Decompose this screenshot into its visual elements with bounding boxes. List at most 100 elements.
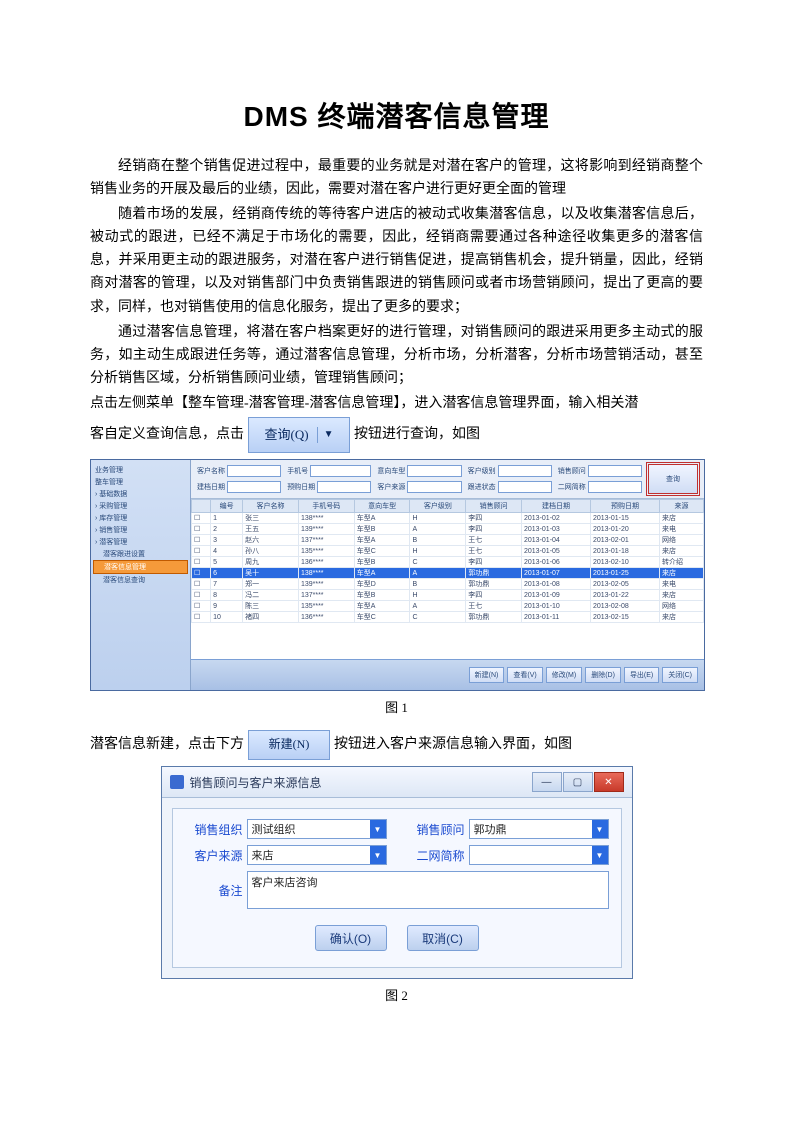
row-checkbox[interactable]: ☐	[192, 513, 211, 524]
app-icon	[170, 775, 184, 789]
row-checkbox[interactable]: ☐	[192, 535, 211, 546]
figure-caption-2: 图 2	[90, 985, 703, 1004]
field-label: 备注	[185, 882, 243, 899]
data-grid: 编号客户名称手机号码意向车型客户级别销售顾问建档日期预购日期来源 ☐1张三138…	[191, 499, 704, 659]
filter-input[interactable]	[227, 465, 281, 477]
dialog-title: 销售顾问与客户来源信息	[190, 774, 322, 791]
close-button[interactable]: 关闭(C)	[662, 667, 698, 683]
grid-column-header: 编号	[211, 500, 243, 513]
inline-new-row: 潜客信息新建，点击下方 新建(N) 按钮进入客户来源信息输入界面，如图	[90, 730, 703, 760]
sales-org-select[interactable]: 测试组织▼	[247, 819, 387, 839]
dropdown-icon: ▼	[370, 820, 386, 838]
cancel-button[interactable]: 取消(C)	[407, 925, 479, 951]
sidebar-subitem[interactable]: 潜客跟进设置	[93, 548, 188, 560]
table-row[interactable]: ☐6吴十138****车型AA郭功鼎2013-01-072013-01-25来店	[192, 568, 704, 579]
footer-toolbar: 新建(N) 查看(V) 修改(M) 删除(D) 导出(E) 关闭(C)	[191, 659, 704, 690]
grid-column-header: 意向车型	[354, 500, 410, 513]
inline-text-before: 客自定义查询信息，点击	[90, 423, 244, 446]
filter-input[interactable]	[588, 481, 642, 493]
row-checkbox[interactable]: ☐	[192, 557, 211, 568]
close-button[interactable]: ✕	[594, 772, 624, 792]
row-checkbox[interactable]: ☐	[192, 579, 211, 590]
row-checkbox[interactable]: ☐	[192, 612, 211, 623]
grid-column-header: 预购日期	[590, 500, 659, 513]
filter-input[interactable]	[407, 481, 461, 493]
new-button-image: 新建(N)	[248, 730, 330, 760]
table-row[interactable]: ☐2王五139****车型BA李四2013-01-032013-01-20来电	[192, 524, 704, 535]
table-row[interactable]: ☐4孙八135****车型CH王七2013-01-052013-01-18来店	[192, 546, 704, 557]
sidebar-item[interactable]: › 采购管理	[93, 500, 188, 512]
sidebar: 业务管理 整车管理 › 基础数据 › 采购管理 › 库存管理 › 销售管理 › …	[91, 460, 191, 690]
row-checkbox[interactable]: ☐	[192, 524, 211, 535]
filter-input[interactable]	[498, 481, 552, 493]
dropdown-icon: ▼	[592, 846, 608, 864]
filter-input[interactable]	[407, 465, 461, 477]
paragraph-1: 经销商在整个销售促进过程中，最重要的业务就是对潜在客户的管理，这将影响到经销商整…	[90, 155, 703, 201]
grid-column-header: 手机号码	[298, 500, 354, 513]
paragraph-4: 点击左侧菜单【整车管理-潜客管理-潜客信息管理】，进入潜客信息管理界面，输入相关…	[90, 392, 703, 415]
row-checkbox[interactable]: ☐	[192, 568, 211, 579]
table-row[interactable]: ☐7郑一139****车型DB郭功鼎2013-01-082013-02-05来电	[192, 579, 704, 590]
row-checkbox[interactable]: ☐	[192, 590, 211, 601]
screenshot-1: 业务管理 整车管理 › 基础数据 › 采购管理 › 库存管理 › 销售管理 › …	[90, 459, 705, 691]
export-button[interactable]: 导出(E)	[624, 667, 659, 683]
filter-input[interactable]	[588, 465, 642, 477]
page-title: DMS 终端潜客信息管理	[90, 95, 703, 135]
field-label: 客户来源	[185, 847, 243, 864]
minimize-button[interactable]: —	[532, 772, 562, 792]
sidebar-item[interactable]: › 潜客管理	[93, 536, 188, 548]
grid-column-header: 建档日期	[522, 500, 591, 513]
sidebar-item[interactable]: › 库存管理	[93, 512, 188, 524]
confirm-button[interactable]: 确认(O)	[315, 925, 387, 951]
filter-query-button[interactable]: 查询	[648, 464, 698, 494]
dropdown-icon: ▼	[592, 820, 608, 838]
table-row[interactable]: ☐3赵六137****车型AB王七2013-01-042013-02-01网络	[192, 535, 704, 546]
table-row[interactable]: ☐5周九136****车型BC李四2013-01-062013-02-10转介绍	[192, 557, 704, 568]
sales-consultant-select[interactable]: 郭功鼎▼	[469, 819, 609, 839]
paragraph-2: 随着市场的发展，经销商传统的等待客户进店的被动式收集潜客信息，以及收集潜客信息后…	[90, 203, 703, 318]
field-label: 二网简称	[407, 847, 465, 864]
table-row[interactable]: ☐1张三138****车型AH李四2013-01-022013-01-15来店	[192, 513, 704, 524]
filter-input[interactable]	[498, 465, 552, 477]
inline-text-before: 潜客信息新建，点击下方	[90, 733, 244, 756]
row-checkbox[interactable]: ☐	[192, 601, 211, 612]
field-label: 销售顾问	[407, 821, 465, 838]
field-label: 销售组织	[185, 821, 243, 838]
filter-input[interactable]	[310, 465, 371, 477]
figure-caption-1: 图 1	[90, 697, 703, 716]
filter-input[interactable]	[317, 481, 371, 493]
inline-query-row: 客自定义查询信息，点击 查询(Q) ▼ 按钮进行查询，如图	[90, 417, 703, 453]
dropdown-icon: ▼	[370, 846, 386, 864]
view-button[interactable]: 查看(V)	[507, 667, 542, 683]
sidebar-item[interactable]: 整车管理	[93, 476, 188, 488]
table-row[interactable]: ☐8冯二137****车型BH李四2013-01-092013-01-22来店	[192, 590, 704, 601]
sidebar-item[interactable]: › 销售管理	[93, 524, 188, 536]
grid-column-header: 销售顾问	[466, 500, 522, 513]
remark-textarea[interactable]: 客户来店咨询	[247, 871, 609, 909]
grid-column-header: 客户名称	[243, 500, 299, 513]
table-row[interactable]: ☐10褚四136****车型CC郭功鼎2013-01-112013-02-15来…	[192, 612, 704, 623]
grid-column-header	[192, 500, 211, 513]
edit-button[interactable]: 修改(M)	[546, 667, 583, 683]
paragraph-3: 通过潜客信息管理，将潜在客户档案更好的进行管理，对销售顾问的跟进采用更多主动式的…	[90, 321, 703, 390]
sidebar-subitem-active[interactable]: 潜客信息管理	[93, 560, 188, 574]
screenshot-2-dialog: 销售顾问与客户来源信息 — ▢ ✕ 销售组织 测试组织▼ 销售顾问 郭功鼎▼ 客…	[161, 766, 633, 979]
dialog-titlebar: 销售顾问与客户来源信息 — ▢ ✕	[162, 767, 632, 798]
inline-text-after: 按钮进入客户来源信息输入界面，如图	[334, 733, 572, 756]
sidebar-item[interactable]: 业务管理	[93, 464, 188, 476]
delete-button[interactable]: 删除(D)	[585, 667, 621, 683]
query-button-image: 查询(Q) ▼	[248, 417, 350, 453]
sidebar-item[interactable]: › 基础数据	[93, 488, 188, 500]
grid-column-header: 客户级别	[410, 500, 466, 513]
grid-column-header: 来源	[659, 500, 703, 513]
new-button[interactable]: 新建(N)	[469, 667, 505, 683]
table-row[interactable]: ☐9陈三135****车型AA王七2013-01-102013-02-08网络	[192, 601, 704, 612]
filter-panel: 客户名称 手机号 意向车型 客户级别 销售顾问 查询 建档日期 预购日期 客户来…	[191, 460, 704, 499]
customer-source-select[interactable]: 来店▼	[247, 845, 387, 865]
maximize-button[interactable]: ▢	[563, 772, 593, 792]
row-checkbox[interactable]: ☐	[192, 546, 211, 557]
second-net-select[interactable]: ▼	[469, 845, 609, 865]
sidebar-subitem[interactable]: 潜客信息查询	[93, 574, 188, 586]
chevron-down-icon: ▼	[317, 427, 334, 444]
filter-input[interactable]	[227, 481, 281, 493]
